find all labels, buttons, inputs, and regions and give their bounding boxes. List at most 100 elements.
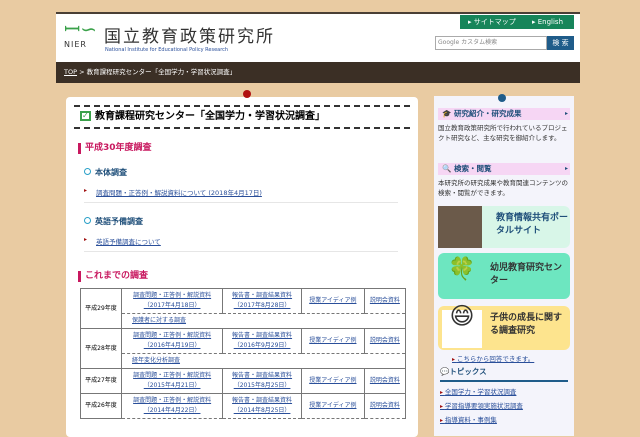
topic-link[interactable]: 全国学力・学習状況調査 [440, 386, 517, 396]
lesson-ideas-link[interactable]: 授業アイディア例 [309, 377, 356, 384]
site-header: ꟷ∽ NIER 国立教育政策研究所 National Institute for … [56, 12, 580, 62]
search-title: 検索・閲覧 [453, 164, 492, 173]
briefing-cell: 説明会資料 [363, 368, 407, 394]
search-input[interactable]: Google カスタム検索 [435, 36, 547, 50]
portal-text: 教育情報共有ポータルサイト [496, 213, 569, 236]
subheading-main-survey: 本体調査 [84, 167, 127, 178]
report-date[interactable]: （2017年8月28日） [234, 302, 291, 309]
butterfly-logo-icon: ꟷ∽ [64, 17, 98, 41]
breadcrumb-top[interactable]: TOP [64, 68, 77, 76]
lesson-ideas-link[interactable]: 授業アイディア例 [309, 402, 356, 409]
child-text: 子供の成長に関する調査研究 [490, 313, 563, 336]
questions-link[interactable]: 調査問題・正答例・解説資料 [133, 332, 211, 339]
table-row: 平成29年度 調査問題・正答例・解説資料 （2017年4月18日） 報告書・調査結果資… [80, 288, 407, 329]
sidebar: 🎓 研究紹介・研究成果 国立教育政策研究所で行われているプロジェクト研究など、主… [434, 94, 574, 436]
sitemap-button[interactable]: ▸ サイトマップ [460, 15, 524, 29]
questions-date[interactable]: （2014年4月22日） [144, 407, 201, 414]
questions-cell: 調査問題・正答例・解説資料 （2014年4月22日） [120, 393, 224, 419]
questions-cell: 調査問題・正答例・解説資料 （2015年4月21日） [120, 368, 224, 394]
year-cell: 平成27年度 [80, 368, 122, 394]
main-content: ✓ 教育課程研究センター「全国学力・学習状況調査」 平成30年度調査 本体調査 調… [66, 90, 418, 437]
briefing-link[interactable]: 説明会資料 [370, 337, 400, 344]
year-cell: 平成29年度 [80, 288, 122, 329]
report-link[interactable]: 報告書・調査結果資料 [232, 292, 292, 299]
clover-bird-icon: 🍀 [448, 257, 476, 282]
research-title: 研究紹介・研究成果 [453, 109, 522, 118]
child-face-icon: 😄 [442, 304, 482, 348]
extra-cell: 保護者に対する調査 [121, 313, 406, 329]
table-subrow: 保護者に対する調査 [81, 313, 406, 329]
chat-icon: 💬 [440, 367, 450, 376]
report-cell: 報告書・調査結果資料 （2014年8月25日） [222, 393, 302, 419]
section-heading-2018: 平成30年度調査 [78, 143, 152, 154]
report-cell: 報告書・調査結果資料 （2017年8月28日） [222, 288, 302, 314]
topic-link[interactable]: 指導資料・事例集 [440, 414, 497, 424]
lesson-ideas-link[interactable]: 授業アイディア例 [309, 297, 356, 304]
english-button[interactable]: ▸ English [524, 15, 574, 29]
report-cell: 報告書・調査結果資料 （2015年8月25日） [222, 368, 302, 394]
questions-date[interactable]: （2015年4月21日） [144, 382, 201, 389]
list-item: 英語予備調査について [84, 236, 398, 252]
report-link[interactable]: 報告書・調査結果資料 [232, 397, 292, 404]
year-cell: 平成28年度 [80, 328, 122, 369]
subheading-english-survey: 英語予備調査 [84, 216, 143, 227]
early-childhood-banner[interactable]: 🍀 幼児教育研究センター [438, 253, 570, 299]
report-date[interactable]: （2016年9月29日） [234, 342, 291, 349]
topics-heading: 💬トピックス [440, 366, 568, 382]
nier-logo[interactable]: ꟷ∽ NIER [64, 18, 98, 58]
topics-title: トピックス [449, 367, 487, 376]
year-cell: 平成26年度 [80, 393, 122, 419]
portal-photo [438, 206, 482, 248]
ideas-cell: 授業アイディア例 [300, 393, 365, 419]
questions-link[interactable]: 調査問題・正答例・解説資料 [133, 397, 211, 404]
table-row: 平成27年度 調査問題・正答例・解説資料 （2015年4月21日） 報告書・調査結果資… [80, 368, 407, 394]
report-cell: 報告書・調査結果資料 （2016年9月29日） [222, 328, 302, 354]
questions-link[interactable]: 調査問題・正答例・解説資料 [133, 292, 211, 299]
link-2018-materials[interactable]: 調査問題・正答例・解説資料について (2018年4月17日) [96, 189, 262, 197]
report-link[interactable]: 報告書・調査結果資料 [232, 372, 292, 379]
report-link[interactable]: 報告書・調査結果資料 [232, 332, 292, 339]
topic-link[interactable]: 学習指導要領実施状況調査 [440, 400, 523, 410]
questions-date[interactable]: （2017年4月18日） [144, 302, 201, 309]
table-row: 平成28年度 調査問題・正答例・解説資料 （2016年4月19日） 報告書・調査結果資… [80, 328, 407, 369]
questions-link[interactable]: 調査問題・正答例・解説資料 [133, 372, 211, 379]
breadcrumb: TOP > 教育課程研究センター「全国学力・学習状況調査」 [56, 62, 580, 83]
page-title: ✓ 教育課程研究センター「全国学力・学習状況調査」 [74, 105, 410, 129]
site-title[interactable]: 国立教育政策研究所 [104, 22, 275, 47]
questions-date[interactable]: （2016年4月19日） [144, 342, 201, 349]
sidebar-research-link[interactable]: 🎓 研究紹介・研究成果 [438, 108, 570, 120]
briefing-link[interactable]: 説明会資料 [370, 402, 400, 409]
section-heading-past: これまでの調査 [78, 271, 148, 282]
link-english-survey[interactable]: 英語予備調査について [96, 238, 161, 246]
child-answer-link[interactable]: こちらから回答できます。 [452, 353, 534, 363]
briefing-link[interactable]: 説明会資料 [370, 297, 400, 304]
past-surveys-table: 平成29年度 調査問題・正答例・解説資料 （2017年4月18日） 報告書・調査結果資… [80, 288, 407, 419]
report-date[interactable]: （2015年8月25日） [234, 382, 291, 389]
ideas-cell: 授業アイディア例 [300, 328, 365, 354]
briefing-cell: 説明会資料 [363, 393, 407, 419]
child-growth-banner[interactable]: 😄 子供の成長に関する調査研究 [438, 304, 570, 350]
pin-icon [243, 90, 251, 98]
report-date[interactable]: （2014年8月25日） [234, 407, 291, 414]
table-row: 平成26年度 調査問題・正答例・解説資料 （2014年4月22日） 報告書・調査結果資… [80, 393, 407, 419]
questions-cell: 調査問題・正答例・解説資料 （2017年4月18日） [120, 288, 224, 314]
ideas-cell: 授業アイディア例 [300, 368, 365, 394]
research-desc: 国立教育政策研究所で行われているプロジェクト研究など、主な研究を御紹介します。 [438, 124, 568, 142]
questions-cell: 調査問題・正答例・解説資料 （2016年4月19日） [120, 328, 224, 354]
extra-cell: 経年変化分析調査 [121, 353, 406, 369]
briefing-link[interactable]: 説明会資料 [370, 377, 400, 384]
checkbox-icon: ✓ [80, 111, 91, 121]
search-button[interactable]: 検 索 [547, 36, 574, 50]
search-desc: 本研究所の研究成果や教育関連コンテンツの検索・閲覧ができます。 [438, 179, 568, 197]
pin-icon [498, 94, 506, 102]
briefing-cell: 説明会資料 [363, 328, 407, 354]
portal-banner[interactable]: 教育情報共有ポータルサイト [438, 206, 570, 248]
ideas-cell: 授業アイディア例 [300, 288, 365, 314]
early-text: 幼児教育研究センター [490, 263, 563, 286]
page-title-text: 教育課程研究センター「全国学力・学習状況調査」 [95, 111, 325, 122]
extra-survey-link[interactable]: 保護者に対する調査 [132, 317, 186, 324]
extra-survey-link[interactable]: 経年変化分析調査 [132, 357, 180, 364]
list-item: 調査問題・正答例・解説資料について (2018年4月17日) [84, 187, 398, 203]
lesson-ideas-link[interactable]: 授業アイディア例 [309, 337, 356, 344]
sidebar-search-link[interactable]: 🔍 検索・閲覧 [438, 163, 570, 175]
